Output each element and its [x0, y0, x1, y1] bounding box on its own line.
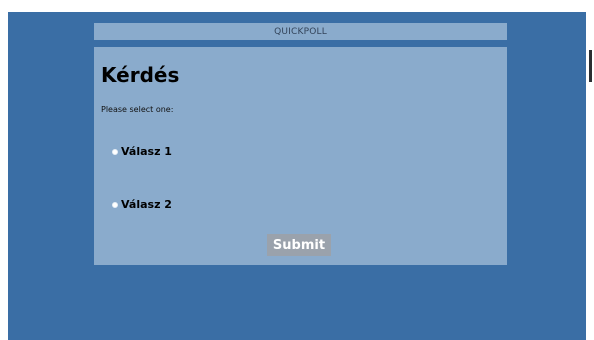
app-title-bar: QUICKPOLL — [94, 23, 507, 40]
poll-option-2-label: Válasz 2 — [121, 198, 172, 211]
question-title: Kérdés — [101, 63, 180, 87]
radio-button-1[interactable] — [112, 148, 118, 155]
poll-prompt: Please select one: — [101, 105, 174, 114]
poll-option-1[interactable]: Válasz 1 — [112, 145, 172, 158]
poll-option-1-label: Válasz 1 — [121, 145, 172, 158]
poll-option-2[interactable]: Válasz 2 — [112, 198, 172, 211]
radio-button-2[interactable] — [112, 201, 118, 208]
scrollbar-thumb[interactable] — [589, 50, 592, 82]
submit-button[interactable]: Submit — [267, 234, 331, 256]
app-title: QUICKPOLL — [274, 26, 327, 37]
poll-panel: Kérdés Please select one: Válasz 1 Válas… — [94, 47, 507, 265]
